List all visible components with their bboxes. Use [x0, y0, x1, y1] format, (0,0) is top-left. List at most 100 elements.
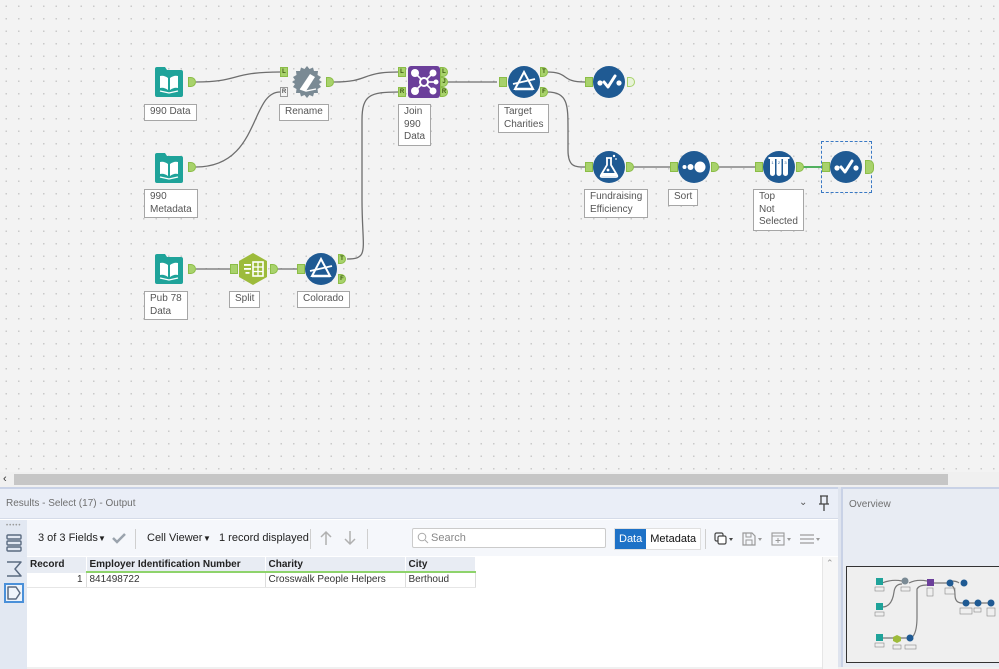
fields-dropdown-caret-icon[interactable]: ▼ [98, 534, 106, 543]
tool-label: 990 Data [144, 104, 197, 121]
tool-label: Join 990 Data [398, 104, 432, 146]
sidebar-item-summary[interactable] [4, 559, 24, 579]
wire [333, 71, 399, 83]
test-tubes-icon: 123 [763, 151, 795, 183]
input-anchor[interactable] [499, 77, 507, 87]
tool-filter-colorado[interactable] [304, 252, 338, 286]
tool-label: Split [229, 291, 261, 308]
arrow-down-icon[interactable] [343, 530, 357, 546]
tool-input-pub78-data[interactable] [152, 252, 186, 286]
fields-dropdown[interactable]: 3 of 3 Fields [38, 532, 98, 544]
menu-dropdown-icon[interactable] [799, 531, 823, 547]
table-header-row: Record Employer Identification Number Ch… [27, 557, 476, 573]
input-anchor-left[interactable]: L [398, 67, 406, 77]
results-table: Record Employer Identification Number Ch… [27, 557, 476, 588]
canvas-horizontal-scrollbar[interactable]: ‹ [0, 472, 999, 486]
search-input[interactable] [431, 530, 601, 546]
chevron-down-icon[interactable]: ⌄ [799, 497, 807, 508]
tab-metadata[interactable]: Metadata [646, 529, 701, 549]
cell-record[interactable]: 1 [27, 572, 87, 588]
filter-icon [508, 66, 540, 98]
workflow-canvas[interactable]: 990 Data 990 Metadata Pub 78 Data L R Re… [0, 0, 999, 472]
split-icon [239, 253, 267, 285]
record-count: 1 record displayed [219, 532, 309, 544]
overview-minimap [874, 577, 996, 650]
tool-label: Target Charities [498, 104, 550, 133]
tool-label: Rename [279, 104, 329, 121]
scrollbar-thumb[interactable] [14, 474, 948, 485]
view-toggle: Data Metadata [614, 528, 702, 550]
results-grid: Record Employer Identification Number Ch… [27, 557, 807, 669]
book-icon [155, 67, 183, 97]
tool-sort[interactable] [677, 150, 711, 184]
join-icon [408, 66, 440, 98]
sidebar-item-output-anchor[interactable] [4, 583, 24, 603]
cell-ein[interactable]: 841498722 [86, 572, 266, 588]
divider [310, 529, 311, 549]
results-toolbar: 3 of 3 Fields ▼ Cell Viewer ▼ 1 record d… [27, 520, 838, 556]
cell-viewer-dropdown[interactable]: Cell Viewer [147, 532, 202, 544]
checkmark-icon[interactable] [111, 531, 127, 545]
tool-label: Pub 78 Data [144, 291, 188, 320]
scroll-up-arrow[interactable]: ⌃ [826, 558, 834, 569]
input-anchor-left[interactable]: L [280, 67, 288, 77]
rename-icon [292, 66, 322, 98]
input-anchor-right[interactable]: R [398, 87, 406, 97]
results-side-strip: ••••• [0, 520, 27, 669]
divider [705, 529, 706, 549]
tool-label: Top Not Selected [753, 189, 804, 231]
wire [346, 91, 399, 260]
tool-input-990-metadata[interactable] [152, 151, 186, 185]
drag-grip[interactable]: ••••• [6, 523, 22, 529]
cell-charity[interactable]: Crosswalk People Helpers [265, 572, 406, 588]
column-header-record[interactable]: Record [27, 557, 87, 573]
tool-label: Colorado [297, 291, 350, 308]
tool-sample[interactable]: 123 [762, 150, 796, 184]
overview-title: Overview [849, 499, 891, 510]
results-panel: Results - Select (17) - Output ⌄ ••••• 3 [0, 487, 838, 669]
divider [135, 529, 136, 549]
tool-label: Sort [668, 189, 699, 206]
tool-label: 990 Metadata [144, 189, 198, 218]
tool-text-to-columns[interactable] [236, 252, 270, 286]
wire [195, 91, 281, 168]
column-header-city[interactable]: City [405, 557, 476, 573]
results-vertical-scrollbar[interactable]: ⌃ [822, 557, 838, 669]
output-anchor[interactable] [865, 160, 874, 174]
add-column-dropdown-icon[interactable] [770, 531, 794, 547]
results-titlebar: Results - Select (17) - Output ⌄ [0, 489, 838, 519]
copy-dropdown-icon[interactable] [713, 531, 737, 547]
pin-icon[interactable] [817, 494, 831, 512]
save-dropdown-icon[interactable] [741, 531, 765, 547]
wire [195, 71, 281, 83]
tool-select[interactable] [592, 65, 626, 99]
tool-filter-target-charities[interactable] [507, 65, 541, 99]
search-box[interactable] [412, 528, 606, 548]
tool-label: Fundraising Efficiency [584, 189, 649, 218]
search-icon [417, 532, 429, 544]
sort-icon [678, 151, 710, 183]
sidebar-item-output[interactable] [4, 533, 24, 553]
table-row[interactable]: 1 841498722 Crosswalk People Helpers Ber… [27, 572, 476, 588]
divider [367, 529, 368, 549]
tool-select-selected[interactable] [829, 150, 863, 184]
column-header-charity[interactable]: Charity [265, 557, 406, 573]
input-anchor-right[interactable]: R [280, 87, 288, 97]
viewer-dropdown-caret-icon[interactable]: ▼ [203, 534, 211, 543]
arrow-up-icon[interactable] [319, 530, 333, 546]
tab-data[interactable]: Data [615, 529, 647, 549]
overview-panel: Overview [841, 487, 999, 667]
overview-viewport[interactable] [846, 566, 999, 663]
wire [546, 91, 586, 168]
cell-city[interactable]: Berthoud [405, 572, 476, 588]
tool-formula[interactable] [592, 150, 626, 184]
select-check-icon [830, 151, 862, 183]
tool-input-990-data[interactable] [152, 65, 186, 99]
tool-dynamic-rename[interactable] [290, 65, 324, 99]
scroll-left-arrow[interactable]: ‹ [3, 472, 7, 486]
book-icon [155, 254, 183, 284]
output-tag-icon [7, 586, 21, 600]
flask-icon [593, 151, 625, 183]
column-header-ein[interactable]: Employer Identification Number [86, 557, 266, 573]
tool-join[interactable] [407, 65, 441, 99]
